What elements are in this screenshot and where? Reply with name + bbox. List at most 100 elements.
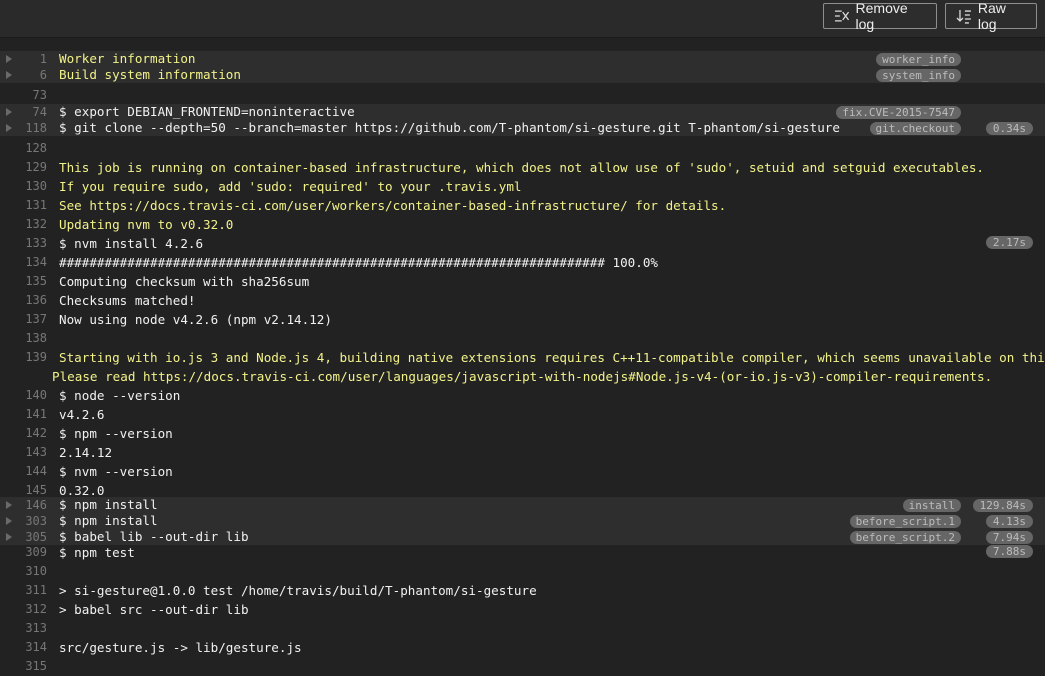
line-number[interactable]: 129 [0,158,47,177]
log-fold-line[interactable]: 146 $ npm install 129.84s install [0,497,1045,513]
log-line: 131 See https://docs.travis-ci.com/user/w… [0,196,1045,215]
line-number[interactable]: 74 [0,104,47,120]
log-line: 134 #####################################… [0,253,1045,272]
log-text: 2.14.12 [59,445,113,460]
duration-badge: 129.84s [972,499,1033,512]
line-number[interactable]: 144 [0,462,47,481]
line-number[interactable]: 311 [0,581,47,600]
line-number[interactable]: 141 [0,405,47,424]
duration-badge: 7.88s [985,545,1033,558]
log-text: v4.2.6 [59,407,105,422]
line-number[interactable]: 135 [0,272,47,291]
log-line: 311 > si-gesture@1.0.0 test /home/travis/… [0,581,1045,600]
line-number[interactable]: 134 [0,253,47,272]
log-text: > si-gesture@1.0.0 test /home/travis/bui… [59,583,537,598]
duration-badge: 2.17s [985,236,1033,249]
line-number[interactable]: 133 [0,234,47,253]
log-text: Build system information [59,67,241,82]
log-line: 73 [0,86,1045,105]
log-toolbar: Remove log Raw log [0,0,1045,38]
log-fold-line[interactable]: 118 $ git clone --depth=50 --branch=maste… [0,120,1045,136]
line-number[interactable]: 313 [0,619,47,638]
log-fold-line[interactable]: 74 $ export DEBIAN_FRONTEND=noninteractiv… [0,104,1045,120]
log-line: 135 Computing checksum with sha256sum [0,272,1045,291]
line-number[interactable]: 139 [0,348,47,367]
log-line: 310 [0,562,1045,581]
line-number[interactable]: 312 [0,600,47,619]
line-number[interactable]: 6 [0,67,47,83]
log-line: 141 v4.2.6 [0,405,1045,424]
line-number[interactable]: 142 [0,424,47,443]
line-number[interactable]: 1 [0,51,47,67]
fold-tag-badge[interactable]: git.checkout [869,122,961,135]
log-text: $ npm test [59,545,135,560]
line-number[interactable]: 132 [0,215,47,234]
log-fold-line[interactable]: 1 Worker information worker_info [0,51,1045,67]
line-number[interactable]: 309 [0,543,47,562]
log-line: 130 If you require sudo, add 'sudo: requi… [0,177,1045,196]
log-line: 309 $ npm test 7.88s [0,543,1045,562]
log-line: 136 Checksums matched! [0,291,1045,310]
log-line: 139 Starting with io.js 3 and Node.js 4, … [0,348,1045,367]
log-line: 312 > babel src --out-dir lib [0,600,1045,619]
line-number[interactable]: 73 [0,86,47,105]
line-number[interactable]: 130 [0,177,47,196]
log-line: 132 Updating nvm to v0.32.0 [0,215,1045,234]
log-text: > babel src --out-dir lib [59,602,249,617]
log-text: Updating nvm to v0.32.0 [59,217,234,232]
log-text: $ node --version [59,388,181,403]
log-line: 140 $ node --version [0,386,1045,405]
log-text: Worker information [59,51,196,66]
log-line: 143 2.14.12 [0,443,1045,462]
log-text: $ npm install [59,513,158,528]
duration-badge: 4.13s [985,515,1033,528]
log-text: src/gesture.js -> lib/gesture.js [59,640,302,655]
log-line: 128 [0,139,1045,158]
log-line: Please read https://docs.travis-ci.com/u… [0,367,1045,386]
log-line: 133 $ nvm install 4.2.6 2.17s [0,234,1045,253]
fold-tag-badge[interactable]: before_script.1 [849,515,961,528]
log-line: 142 $ npm --version [0,424,1045,443]
log-text: Starting with io.js 3 and Node.js 4, bui… [59,350,1045,365]
log-line: 138 [0,329,1045,348]
line-number[interactable]: 118 [0,120,47,136]
log-fold-line[interactable]: 303 $ npm install 4.13s before_script.1 [0,513,1045,529]
fold-tag-badge[interactable]: system_info [876,69,961,82]
log-text: $ export DEBIAN_FRONTEND=noninteractive [59,104,355,119]
log-text: Checksums matched! [59,293,196,308]
line-number[interactable]: 146 [0,497,47,513]
line-number[interactable]: 138 [0,329,47,348]
line-number[interactable]: 128 [0,139,47,158]
line-number[interactable]: 143 [0,443,47,462]
remove-log-label: Remove log [855,0,908,32]
log-fold-line[interactable]: 6 Build system information system_info [0,67,1045,83]
log-line: 313 [0,619,1045,638]
line-number[interactable]: 314 [0,638,47,657]
log-text: $ nvm install 4.2.6 [59,236,204,251]
raw-log-button[interactable]: Raw log [945,0,1037,32]
remove-log-icon [834,10,850,22]
raw-log-label: Raw log [977,0,1006,32]
log-line: 144 $ nvm --version [0,462,1045,481]
fold-tag-badge[interactable]: fix.CVE-2015-7547 [836,106,961,119]
log-text: $ npm --version [59,426,173,441]
line-number[interactable]: 136 [0,291,47,310]
log-text: ########################################… [59,255,658,270]
log-text: Please read https://docs.travis-ci.com/u… [52,369,993,384]
log-text: If you require sudo, add 'sudo: required… [59,179,522,194]
line-number[interactable]: 310 [0,562,47,581]
line-number[interactable]: 137 [0,310,47,329]
remove-log-button[interactable]: Remove log [823,0,937,32]
line-number[interactable]: 131 [0,196,47,215]
fold-tag-badge[interactable]: install [902,499,961,512]
log-text: This job is running on container-based i… [59,160,985,175]
log-text: Now using node v4.2.6 (npm v2.14.12) [59,312,332,327]
log-text: See https://docs.travis-ci.com/user/work… [59,198,727,213]
log-text: $ npm install [59,497,158,512]
line-number[interactable]: 303 [0,513,47,529]
duration-badge: 0.34s [985,122,1033,135]
log-line: 314 src/gesture.js -> lib/gesture.js [0,638,1045,657]
log-line: 137 Now using node v4.2.6 (npm v2.14.12) [0,310,1045,329]
fold-tag-badge[interactable]: worker_info [876,53,961,66]
line-number[interactable]: 140 [0,386,47,405]
